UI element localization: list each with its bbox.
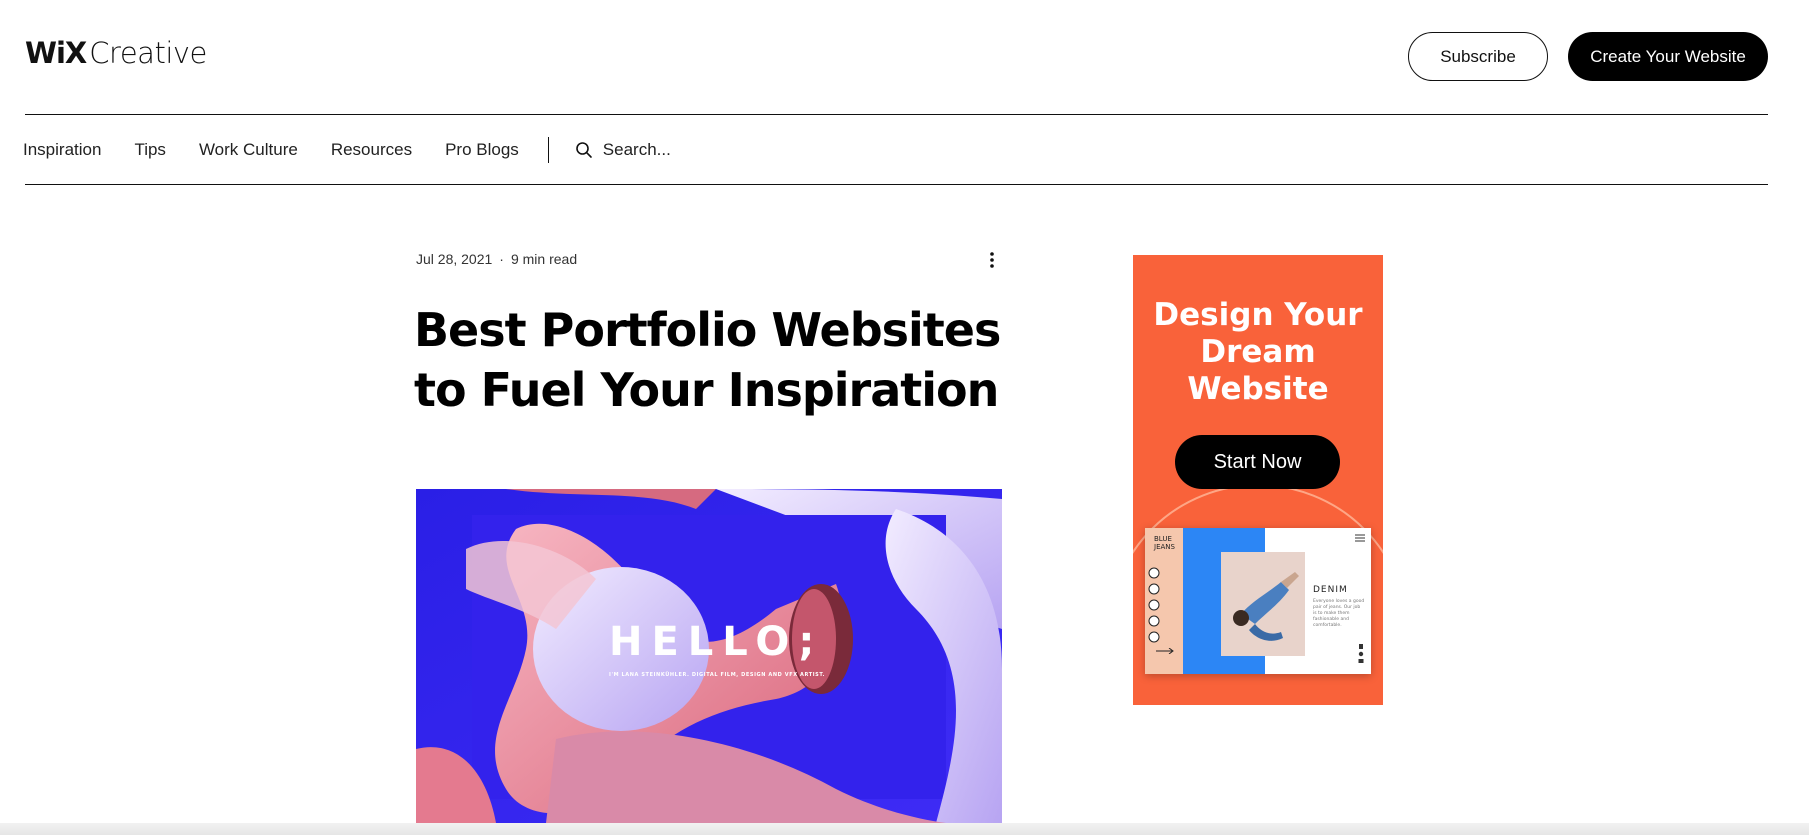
logo-creative-text: Creative — [89, 36, 207, 70]
post-title-line1: Best Portfolio Websites — [414, 303, 1001, 357]
mockup-brand-line2: JEANS — [1154, 543, 1175, 551]
subscribe-button[interactable]: Subscribe — [1408, 32, 1548, 81]
post-date: Jul 28, 2021 — [416, 251, 493, 267]
read-time: 9 min read — [510, 251, 578, 267]
nav-item-pro-blogs[interactable]: Pro Blogs — [445, 140, 519, 160]
create-website-button[interactable]: Create Your Website — [1568, 32, 1768, 81]
header-divider-bottom — [25, 184, 1768, 185]
viewport-bottom-edge — [0, 823, 1809, 835]
hero-image: HELLO; I'M LANA STEINKÜHLER. DIGITAL FIL… — [416, 489, 1002, 823]
logo-wix-text: WiX — [25, 36, 87, 70]
post-meta: Jul 28, 2021 · 9 min read — [416, 251, 577, 267]
nav-item-inspiration[interactable]: Inspiration — [23, 140, 101, 160]
search-input[interactable] — [602, 140, 763, 160]
design-website-ad[interactable]: Design Your Dream Website Start Now BLUE… — [1133, 255, 1383, 705]
ad-title: Design Your Dream Website — [1133, 297, 1383, 408]
ad-title-line2: Dream — [1200, 334, 1316, 370]
more-options-icon[interactable] — [984, 250, 1000, 270]
category-nav: Inspiration Tips Work Culture Resources … — [23, 137, 763, 163]
ad-title-line1: Design Your — [1153, 297, 1363, 333]
wix-creative-logo[interactable]: WiX Creative — [25, 36, 207, 76]
hero-headline: HELLO; — [609, 619, 823, 665]
mockup-arrow-icon — [1156, 648, 1174, 654]
mockup-photo — [1221, 552, 1305, 656]
nav-item-tips[interactable]: Tips — [134, 140, 166, 160]
mockup-social-icons — [1358, 644, 1364, 663]
mockup-brand-line1: BLUE — [1154, 535, 1172, 543]
mockup-body-text: Everyone loves a good pair of jeans. Our… — [1313, 599, 1365, 628]
header-divider-top — [25, 114, 1768, 115]
meta-separator: · — [499, 251, 504, 267]
start-now-button[interactable]: Start Now — [1175, 435, 1340, 489]
ad-title-line3: Website — [1187, 371, 1329, 407]
nav-item-work-culture[interactable]: Work Culture — [199, 140, 298, 160]
mockup-brand: BLUE JEANS — [1154, 535, 1182, 551]
nav-separator — [547, 137, 549, 163]
post-title-line2: to Fuel Your Inspiration — [414, 363, 999, 417]
nav-item-resources[interactable]: Resources — [331, 140, 412, 160]
post-title: Best Portfolio Websites to Fuel Your Ins… — [414, 300, 1014, 420]
website-mockup: BLUE JEANS DENIM Everyone loves a good p… — [1145, 528, 1371, 674]
mockup-menu-icon — [1355, 534, 1365, 542]
mockup-heading: DENIM — [1313, 585, 1348, 595]
mockup-tool-icons — [1148, 567, 1160, 643]
hero-tagline: I'M LANA STEINKÜHLER. DIGITAL FILM, DESI… — [609, 671, 825, 678]
search-icon[interactable] — [575, 141, 593, 159]
search-box[interactable] — [575, 140, 763, 160]
